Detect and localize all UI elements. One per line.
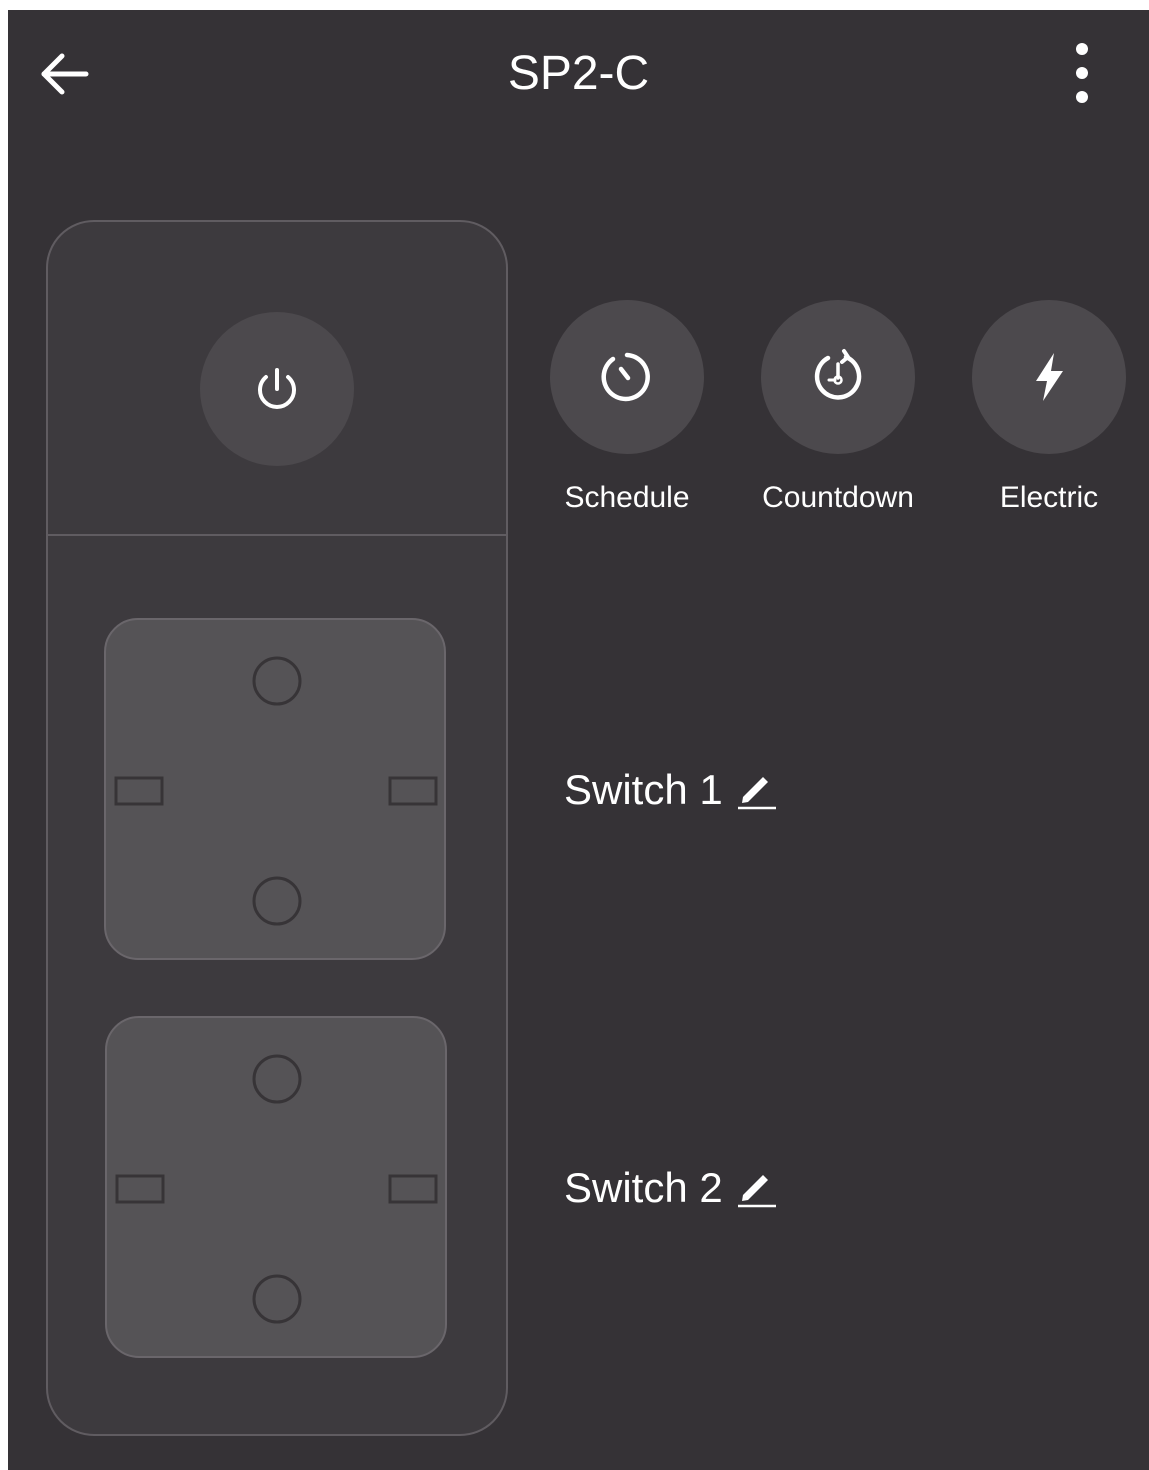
socket-outline-icon [114, 656, 438, 926]
feature-electric: Electric [944, 300, 1149, 516]
countdown-button[interactable] [761, 300, 915, 454]
countdown-icon [814, 349, 862, 400]
switch-1-label: Switch 1 [564, 766, 723, 813]
schedule-icon [601, 352, 650, 402]
more-options-button[interactable] [1054, 40, 1110, 106]
page-title: SP2-C [507, 47, 650, 100]
strip-divider [48, 534, 506, 536]
feature-schedule: Schedule [522, 300, 732, 516]
master-power-button[interactable] [200, 312, 354, 466]
power-icon [258, 368, 296, 409]
socket-2[interactable] [105, 1016, 447, 1358]
more-vert-icon [1076, 43, 1088, 103]
pencil-icon[interactable] [735, 1167, 777, 1209]
device-screen: SP2-C Schedule Countdown Electric Switch… [8, 10, 1149, 1470]
pencil-icon[interactable] [735, 769, 777, 811]
lightning-icon [1036, 353, 1063, 401]
electric-label: Electric [999, 481, 1099, 514]
electric-button[interactable] [972, 300, 1126, 454]
switch-2-label: Switch 2 [564, 1164, 723, 1211]
socket-outline-icon [115, 1054, 438, 1324]
switch-2-row[interactable]: Switch 2 [564, 1164, 777, 1212]
feature-countdown: Countdown [733, 300, 943, 516]
schedule-button[interactable] [550, 300, 704, 454]
countdown-label: Countdown [762, 481, 914, 514]
power-strip [46, 220, 508, 1436]
schedule-label: Schedule [564, 481, 690, 514]
switch-1-row[interactable]: Switch 1 [564, 766, 777, 814]
socket-1[interactable] [104, 618, 446, 960]
